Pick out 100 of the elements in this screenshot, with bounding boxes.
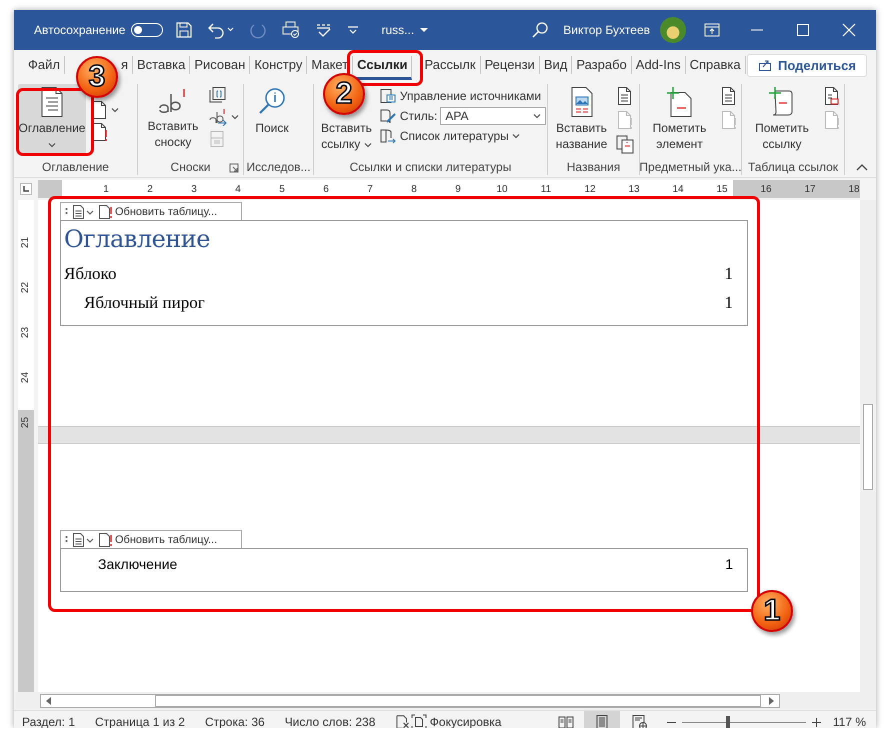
style-label: Стиль: [400, 109, 438, 123]
document-name[interactable]: russ... [381, 23, 442, 37]
bibliography-icon [378, 128, 397, 144]
user-name: Виктор Бухтеев [563, 23, 650, 37]
ruler-number: 25 [20, 416, 32, 428]
zoom-in-icon[interactable] [812, 718, 821, 726]
scroll-thumb[interactable] [863, 404, 873, 490]
ruler-number: 24 [20, 372, 32, 384]
mark-entry-button[interactable]: Пометить элемент [644, 84, 715, 154]
ribbon-tab[interactable]: Рисован [190, 56, 250, 74]
update-index-icon [719, 110, 737, 130]
update-table-icon [822, 110, 840, 130]
ribbon-tab[interactable]: Вид [540, 56, 572, 74]
save-icon[interactable] [175, 21, 194, 39]
ruler-number: 14 [671, 184, 685, 194]
undo-icon[interactable] [207, 21, 236, 39]
ribbon-display-icon[interactable] [704, 23, 720, 37]
caret-icon [512, 133, 520, 139]
next-footnote-icon[interactable] [208, 108, 228, 126]
table-options-icon[interactable] [72, 204, 94, 218]
grip-icon [65, 534, 68, 544]
ruler-number: 18 [847, 184, 861, 194]
table-of-contents-button[interactable]: Оглавление [18, 84, 86, 154]
group-label: Названия [566, 160, 620, 174]
group-label: Предметный ука... [639, 160, 742, 174]
toc-heading: Оглавление [64, 225, 211, 253]
maximize-icon[interactable] [796, 23, 810, 37]
document-plus-icon [664, 86, 694, 118]
ruler-number: 17 [803, 184, 817, 194]
insert-table-of-authorities-icon[interactable] [822, 86, 840, 106]
update-table-icon [615, 110, 633, 130]
tab-selector-icon[interactable] [20, 183, 32, 195]
zoom-percentage[interactable]: 117 % [832, 715, 866, 728]
ribbon-tab[interactable]: Справка [686, 56, 746, 74]
group-label: Оглавление [42, 160, 109, 174]
avatar[interactable] [660, 17, 686, 43]
table-options-icon[interactable] [72, 532, 94, 546]
view-button[interactable] [584, 711, 620, 728]
toc-entry[interactable]: Заключение [98, 556, 178, 572]
scroll-left-icon[interactable] [45, 697, 51, 705]
ruler-number: 4 [234, 184, 242, 194]
search-button[interactable]: Поиск [248, 84, 296, 138]
search-icon[interactable] [531, 21, 550, 39]
ruler-number: 5 [278, 184, 286, 194]
close-icon[interactable] [842, 23, 856, 37]
ruler-number: 1 [102, 184, 110, 194]
caret-icon [111, 107, 119, 113]
ribbon-tab[interactable]: Рецензи [480, 56, 540, 74]
ribbon-tab[interactable]: Add-Ins [632, 56, 686, 74]
show-notes-icon [208, 130, 226, 148]
table-of-figures-icon[interactable] [615, 86, 633, 106]
ruler-number: 2 [146, 184, 154, 194]
ribbon-tab[interactable]: Рассылк [420, 56, 481, 74]
toc-entry[interactable]: Яблочный пирог [84, 292, 205, 312]
insert-index-icon[interactable] [719, 86, 737, 106]
ruler-number: 13 [627, 184, 641, 194]
caret-icon [533, 113, 542, 119]
page-number: 1 [725, 556, 733, 572]
status-text: Число слов: 238 [284, 715, 376, 728]
zoom-slider-thumb[interactable] [726, 716, 730, 728]
ruler-number: 8 [410, 184, 418, 194]
ruler-number: 15 [715, 184, 729, 194]
insert-caption-button[interactable]: Вставить название [552, 84, 611, 154]
autosave-toggle[interactable] [131, 23, 164, 37]
mark-citation-button[interactable]: Пометить ссылку [746, 84, 818, 154]
ruler-number: 9 [454, 184, 462, 194]
read-mode-icon [558, 714, 574, 728]
scroll-thumb[interactable] [155, 695, 761, 707]
toc-entry[interactable]: Яблоко [64, 264, 116, 284]
ruler-number: 10 [495, 184, 509, 194]
horizontal-scrollbar[interactable] [40, 694, 780, 708]
print-layout-icon [594, 714, 610, 728]
autosave-label: Автосохранение [34, 23, 126, 37]
dialog-launcher-icon[interactable] [229, 163, 239, 173]
group-label: Исследов... [246, 160, 311, 174]
bibliography-button[interactable]: Список литературы [378, 128, 546, 144]
print-preview-icon[interactable] [281, 21, 302, 39]
grip-icon [65, 206, 68, 216]
ribbon-tab[interactable]: Файл [24, 56, 65, 74]
share-icon [758, 58, 772, 72]
customize-icon[interactable] [347, 24, 360, 36]
group-label: Таблица ссылок [748, 160, 838, 174]
insert-citation-button[interactable]: Вставить ссылку [318, 118, 375, 154]
group-label: Сноски [170, 160, 210, 174]
ribbon-tab[interactable]: Вставка [133, 56, 190, 74]
insert-footnote-button[interactable]: Вставить сноску [142, 84, 204, 152]
manage-sources-icon [378, 88, 397, 104]
style-select[interactable]: APA [440, 107, 546, 125]
ruler-number: 16 [759, 184, 773, 194]
collapse-ribbon-icon[interactable] [856, 163, 868, 171]
endnote-icon[interactable] [208, 86, 226, 104]
scroll-right-icon[interactable] [769, 697, 775, 705]
style-icon [378, 108, 397, 124]
proofing-icon[interactable] [395, 714, 411, 728]
ruler-number: 11 [540, 184, 552, 194]
manage-sources-button[interactable]: Управление источниками [378, 88, 546, 104]
share-button[interactable]: Поделиться [746, 54, 867, 76]
cross-reference-icon[interactable] [615, 134, 635, 154]
ribbon-tab[interactable]: Разрабо [572, 56, 632, 74]
ribbon-tab[interactable]: Констру [250, 56, 308, 74]
